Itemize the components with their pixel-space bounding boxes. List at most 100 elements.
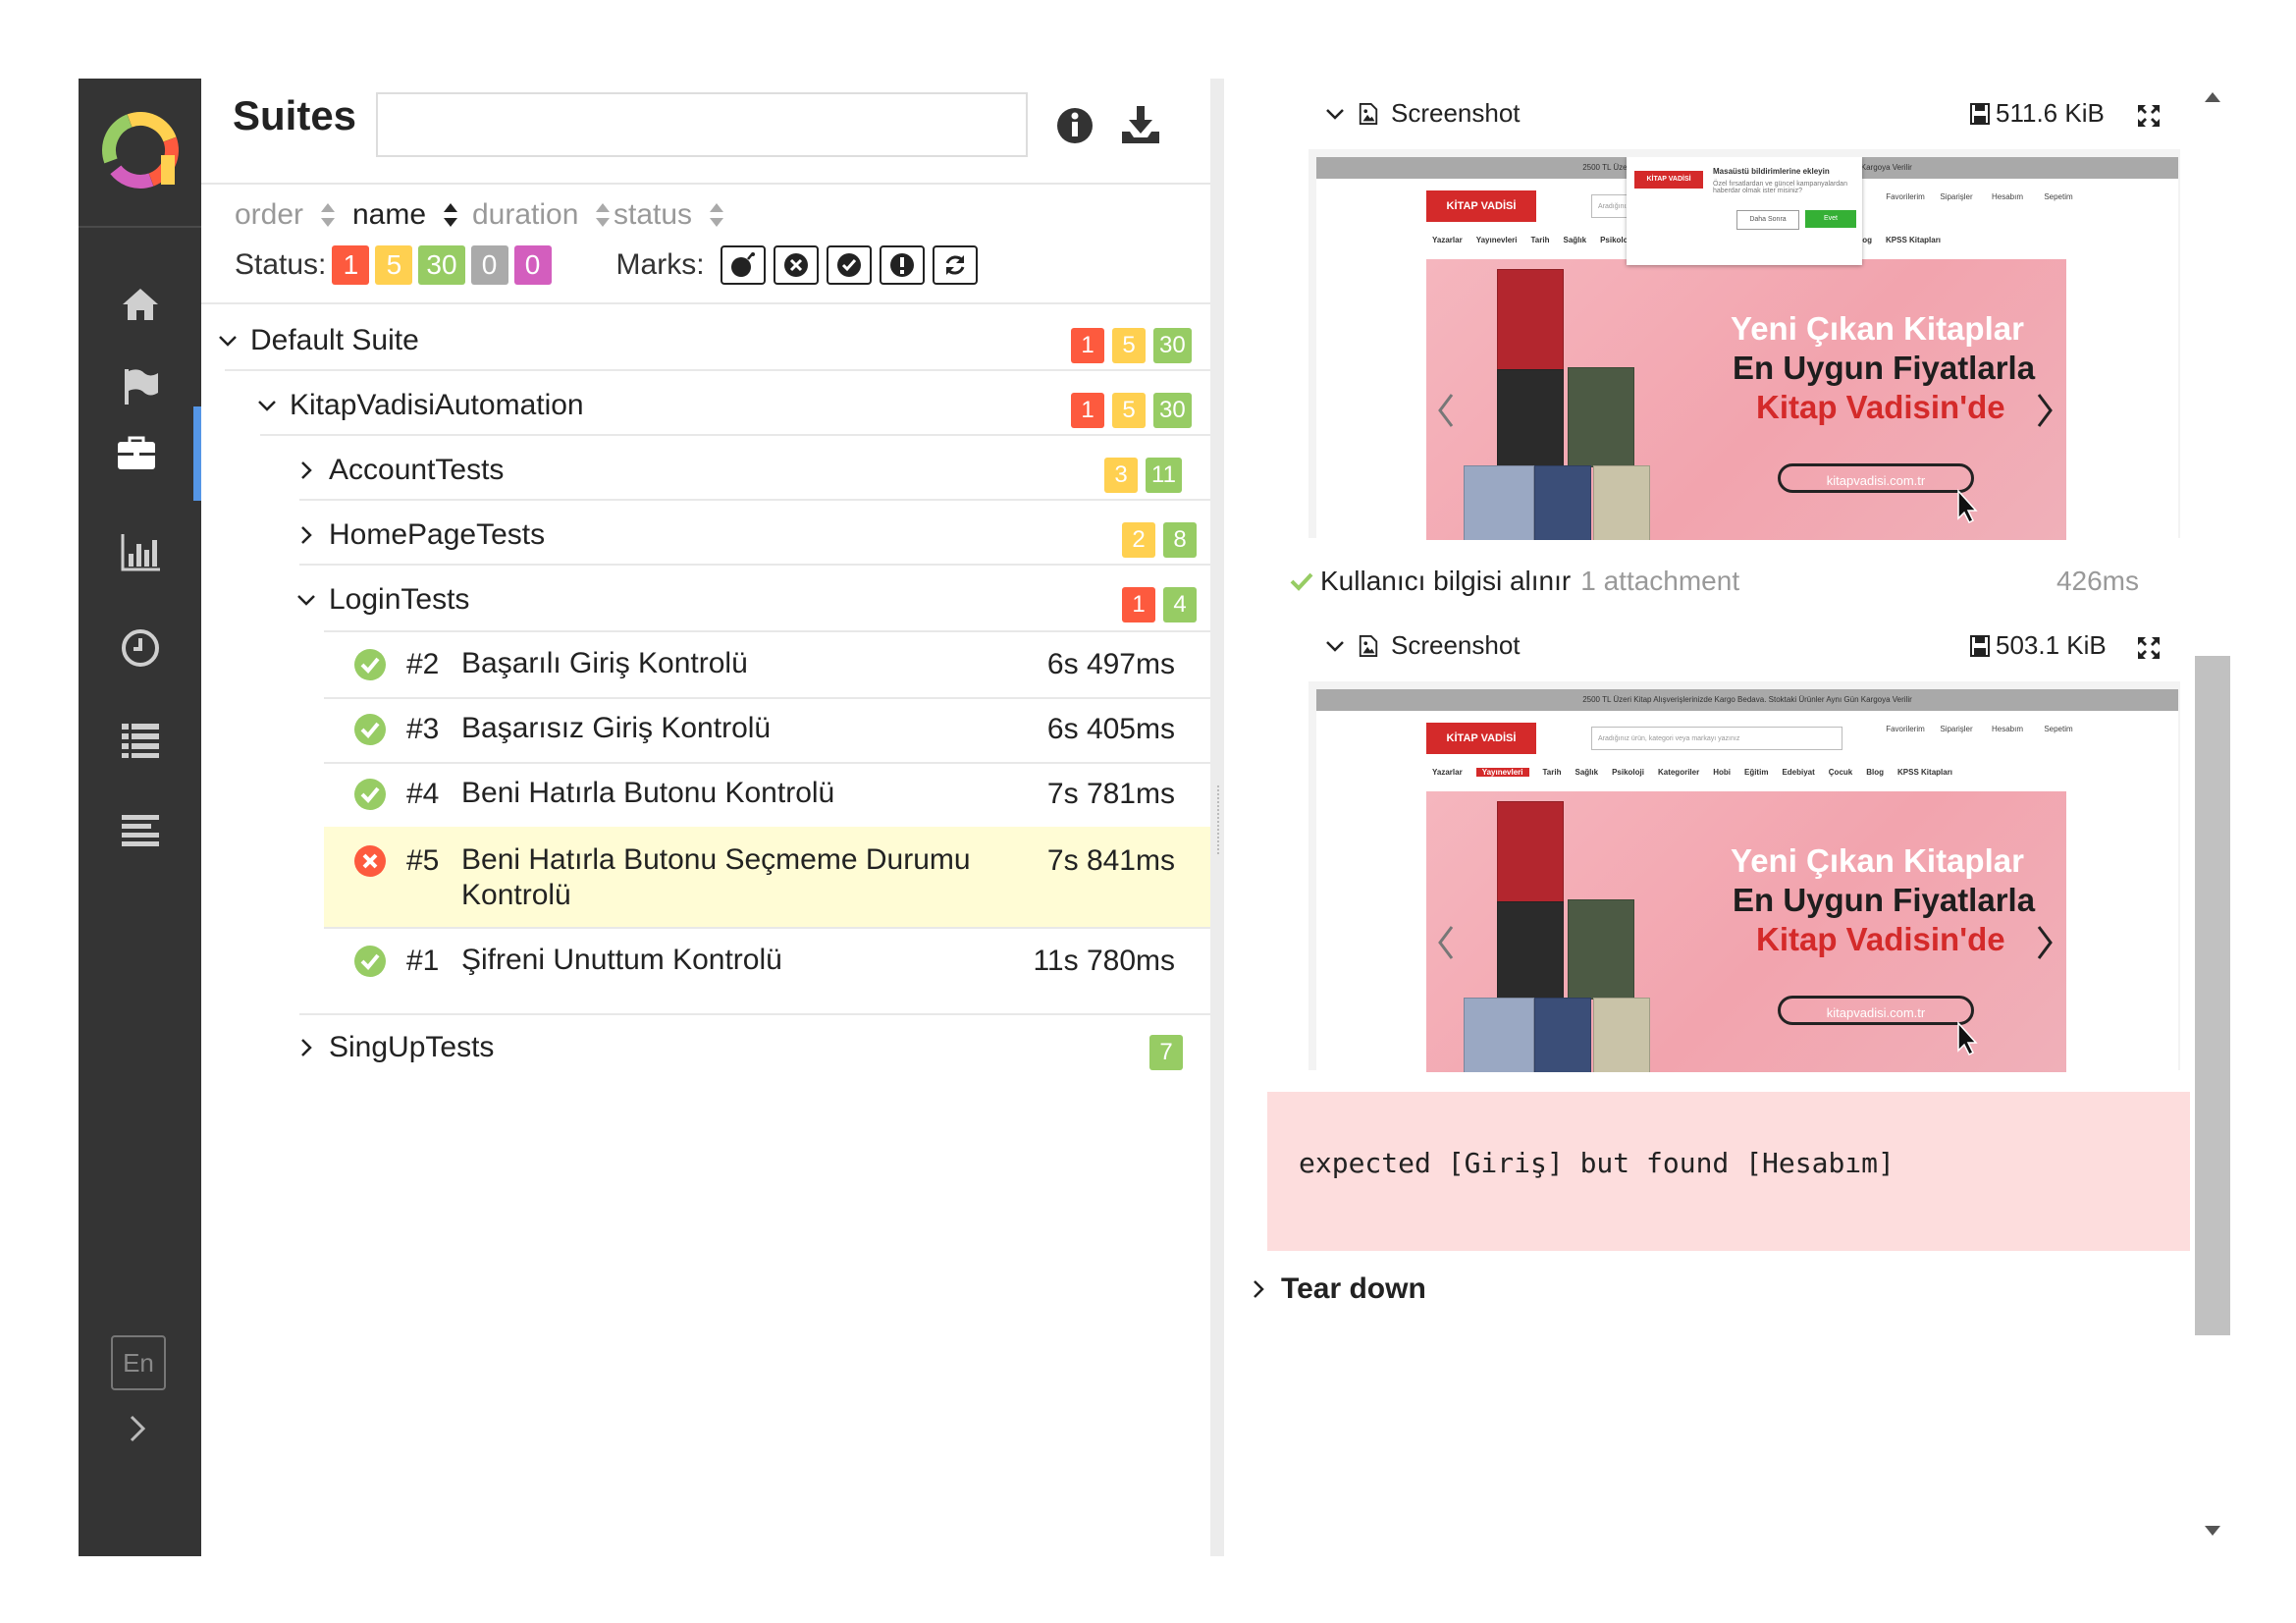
- sort-duration-label: duration: [472, 198, 579, 231]
- failed-status-icon: [354, 845, 386, 877]
- site-icon-label: Favorilerim: [1886, 725, 1925, 733]
- passed-status-icon: [354, 649, 386, 680]
- status-skipped-toggle[interactable]: 0: [470, 245, 508, 285]
- book-cover: [1497, 901, 1564, 1000]
- attachment-header[interactable]: Screenshot: [1324, 630, 1521, 661]
- test-step[interactable]: Kullanıcı bilgisi alınır 1 attachment 42…: [1289, 566, 2172, 597]
- broken-count-badge: 3: [1104, 458, 1138, 493]
- sort-status[interactable]: status: [614, 198, 725, 232]
- chevron-right-icon: [301, 526, 312, 544]
- scroll-up-arrow-icon[interactable]: [2203, 90, 2222, 104]
- test-duration: 11s 780ms: [1033, 945, 1175, 977]
- scrollbar-thumb[interactable]: [2195, 656, 2230, 1335]
- info-icon[interactable]: [1055, 106, 1095, 145]
- bar-chart-icon: [121, 534, 160, 571]
- mark-retries-toggle[interactable]: [932, 245, 978, 285]
- status-broken-toggle[interactable]: 5: [375, 245, 413, 285]
- expand-icon[interactable]: [2135, 102, 2163, 130]
- sort-duration[interactable]: duration: [472, 198, 612, 232]
- tree-divider: [260, 434, 1210, 436]
- site-menu-item: Tarih: [1542, 768, 1562, 777]
- check-icon: [1290, 572, 1313, 591]
- book-cover: [1568, 899, 1634, 1000]
- chevron-right-icon: [301, 1039, 312, 1056]
- tree-node-default-suite[interactable]: Default Suite: [217, 324, 419, 357]
- sidebar-item-suites[interactable]: [79, 406, 201, 501]
- test-name: Başarısız Giriş Kontrolü: [461, 712, 772, 744]
- image-file-icon: [1359, 102, 1378, 125]
- test-number: #5: [406, 844, 440, 877]
- retries-icon: [945, 255, 964, 275]
- splitter-handle[interactable]: [1217, 785, 1221, 854]
- allure-logo-icon[interactable]: [98, 108, 183, 192]
- sort-arrows-icon: [444, 203, 458, 227]
- scroll-down-arrow-icon[interactable]: [2203, 1524, 2222, 1538]
- test-case-row-selected[interactable]: #5 Beni Hatırla Butonu Seçmeme Durumu Ko…: [324, 827, 1210, 927]
- chevron-down-icon: [258, 401, 276, 411]
- carousel-prev-icon: [1438, 926, 1454, 959]
- chevron-right-icon[interactable]: [118, 1409, 157, 1448]
- page-title: Suites: [233, 92, 357, 138]
- carousel-prev-icon: [1438, 394, 1454, 427]
- mark-new-passed-toggle[interactable]: [826, 245, 872, 285]
- mark-new-failed-toggle[interactable]: [773, 245, 819, 285]
- marks-label: Marks:: [615, 248, 705, 281]
- language-button[interactable]: En: [111, 1335, 166, 1390]
- tree-node-login-tests[interactable]: LoginTests: [295, 583, 469, 617]
- sidebar-item-behaviors[interactable]: [79, 691, 201, 785]
- test-duration: 6s 497ms: [1046, 648, 1175, 680]
- site-menu-item: Blog: [1866, 768, 1885, 777]
- site-search: Aradığınız ürün, kategori veya markayı y…: [1591, 727, 1842, 750]
- test-case-row[interactable]: #2 Başarılı Giriş Kontrolü 6s 497ms: [324, 632, 1210, 697]
- chevron-right-icon: [301, 461, 312, 479]
- tree-divider: [201, 302, 1210, 304]
- attachment-size-value: 511.6 KiB: [1996, 98, 2105, 128]
- test-case-row[interactable]: #4 Beni Hatırla Butonu Kontrolü 7s 781ms: [324, 764, 1210, 827]
- sort-name[interactable]: name: [352, 198, 459, 232]
- save-icon: [1970, 102, 1990, 125]
- site-icon-label: Sepetim: [2044, 192, 2073, 201]
- banner-url: kitapvadisi.com.tr: [1778, 463, 1974, 493]
- mark-flaky-toggle[interactable]: [720, 245, 766, 285]
- test-case-row[interactable]: #3 Başarısız Giriş Kontrolü 6s 405ms: [324, 699, 1210, 762]
- sidebar-item-overview[interactable]: [79, 257, 201, 352]
- site-menu-item: Psikoloji: [1612, 768, 1644, 777]
- site-menu: Yazarlar Yayınevleri Tarih Sağlık Psikol…: [1432, 768, 1952, 777]
- status-failed-toggle[interactable]: 1: [332, 245, 370, 285]
- banner-line3: Kitap Vadisin'de: [1756, 389, 2005, 425]
- expand-icon[interactable]: [2135, 634, 2163, 662]
- site-icon-label: Favorilerim: [1886, 192, 1925, 201]
- tree-node-label: KitapVadisiAutomation: [290, 389, 584, 421]
- download-icon[interactable]: [1118, 102, 1163, 147]
- attachment-size: 511.6 KiB: [1970, 98, 2105, 129]
- tree-node-label: LoginTests: [329, 583, 470, 616]
- step-name: Kullanıcı bilgisi alınır: [1320, 566, 1572, 596]
- lines-icon: [121, 815, 159, 846]
- sidebar-item-packages[interactable]: [79, 784, 201, 878]
- site-icon-label: Siparişler: [1940, 725, 1973, 733]
- tree-node-home-page-tests[interactable]: HomePageTests: [295, 518, 545, 552]
- passed-count-badge: 30: [1153, 393, 1192, 428]
- sort-name-label: name: [352, 198, 427, 231]
- test-case-row[interactable]: #1 Şifreni Unuttum Kontrolü 11s 780ms: [324, 929, 1210, 994]
- tree-node-signup-tests[interactable]: SingUpTests: [295, 1031, 494, 1064]
- book-cover: [1534, 998, 1591, 1072]
- mark-new-broken-toggle[interactable]: [879, 245, 925, 285]
- teardown-section[interactable]: Tear down: [1248, 1272, 1426, 1306]
- chevron-down-icon: [297, 595, 315, 606]
- search-input[interactable]: [376, 92, 1028, 157]
- status-unknown-toggle[interactable]: 0: [513, 245, 552, 285]
- tree-node-account-tests[interactable]: AccountTests: [295, 454, 504, 487]
- attachment-header[interactable]: Screenshot: [1324, 98, 1521, 129]
- status-filter: Status: 1 5 30 0 0 Marks:: [235, 245, 978, 285]
- sidebar-item-timeline[interactable]: [79, 601, 201, 695]
- sort-order[interactable]: order: [235, 198, 337, 232]
- status-passed-toggle[interactable]: 30: [418, 245, 465, 285]
- sidebar-item-graphs[interactable]: [79, 505, 201, 599]
- cursor-icon: [1957, 1021, 1978, 1056]
- site-banner: Yeni Çıkan Kitaplar En Uygun Fiyatlarla …: [1426, 791, 2066, 1072]
- book-cover: [1593, 465, 1650, 540]
- screenshot-preview[interactable]: 2500 TL Üzeri Kitap Alışverişlerinizde K…: [1308, 681, 2180, 1072]
- tree-node-project[interactable]: KitapVadisiAutomation: [256, 389, 584, 422]
- screenshot-preview[interactable]: 2500 TL Üzeri Kitap Alışverişlerinizde K…: [1308, 149, 2180, 540]
